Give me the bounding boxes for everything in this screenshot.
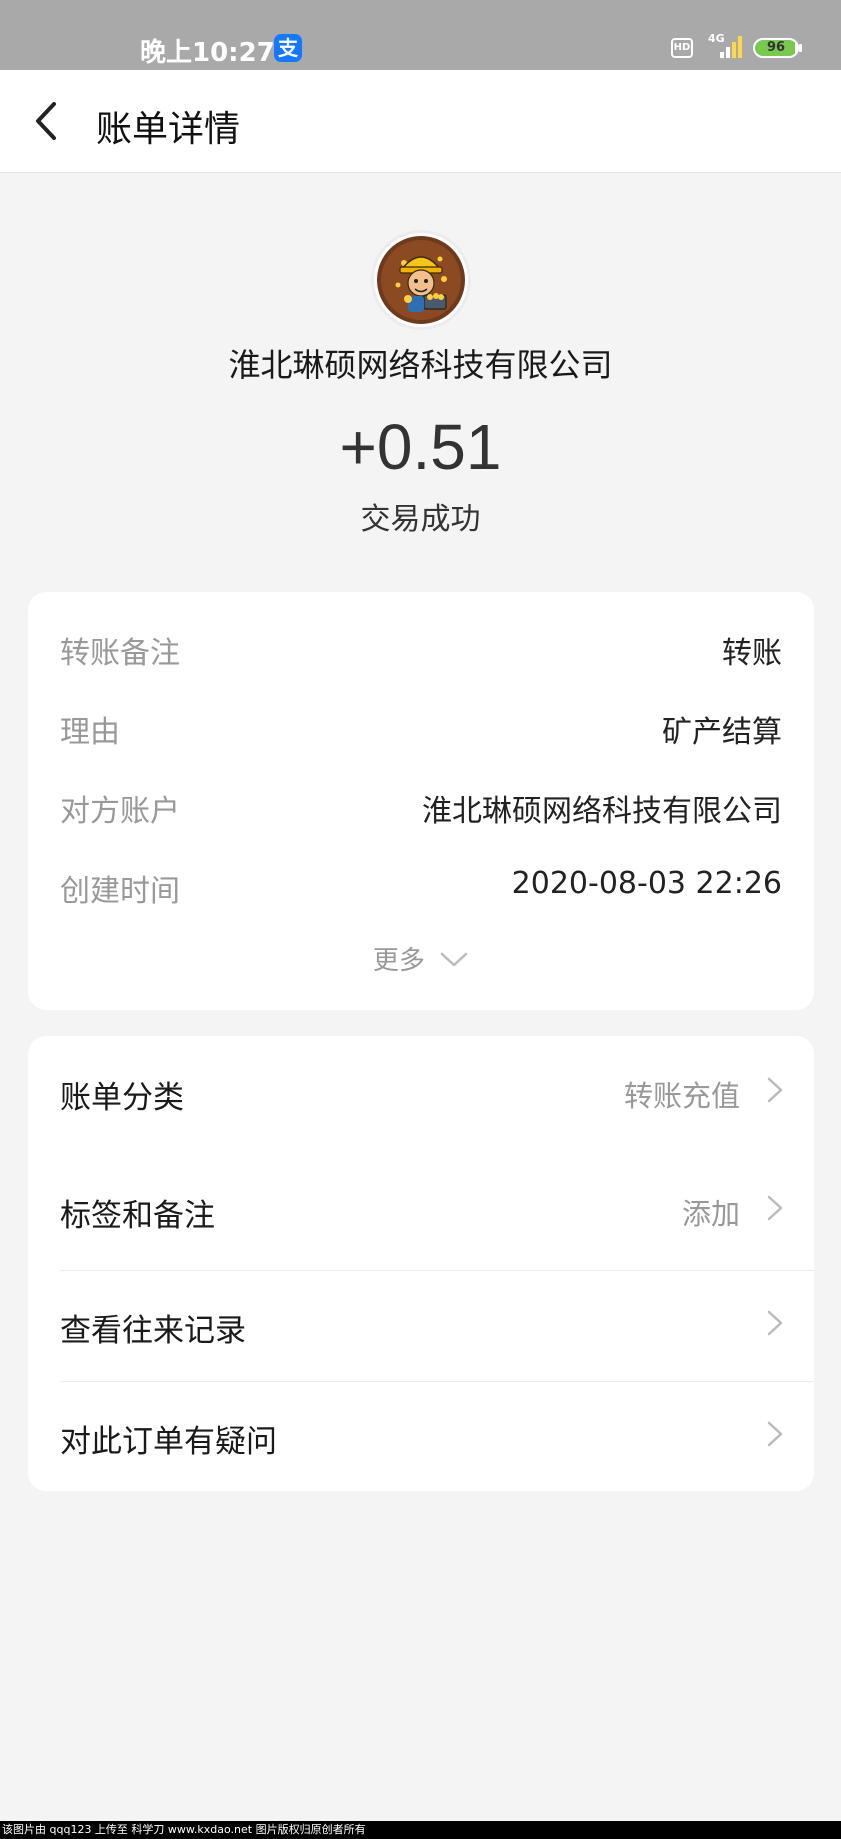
merchant-avatar (374, 233, 468, 327)
more-button[interactable]: 更多 (28, 940, 814, 977)
detail-row-reason: 理由 矿产结算 (60, 707, 782, 751)
detail-value: 淮北琳硕网络科技有限公司 (422, 794, 782, 829)
menu-label: 查看往来记录 (60, 1313, 246, 1349)
menu-item-tags-notes[interactable]: 标签和备注 添加 (28, 1146, 814, 1261)
detail-label: 理由 (60, 715, 120, 750)
menu-value: 添加 (681, 1197, 740, 1231)
signal-icon (720, 36, 742, 58)
battery-level: 96 (766, 40, 786, 55)
detail-label: 对方账户 (60, 794, 180, 829)
watermark-footer: 该图片由 qqq123 上传至 科学刀 www.kxdao.net 图片版权归原… (0, 1821, 841, 1839)
chevron-right-icon (767, 1421, 783, 1447)
chevron-down-icon (440, 952, 468, 966)
detail-row-note: 转账备注 转账 (60, 628, 782, 672)
detail-value: 2020-08-03 22:26 (511, 866, 782, 901)
alipay-notification-icon: 支 (274, 34, 302, 62)
actions-card: 账单分类 转账充值 标签和备注 添加 查看往来记录 对此订单有疑问 (28, 1036, 814, 1491)
status-time: 晚上10:27 (140, 38, 275, 68)
detail-label: 转账备注 (60, 636, 180, 671)
detail-row-created-time: 创建时间 2020-08-03 22:26 (60, 866, 782, 910)
status-bar: 晚上10:27 支 HD 4G 96 (0, 0, 841, 70)
miner-avatar-icon (377, 236, 465, 324)
detail-value: 转账 (722, 636, 782, 671)
nav-bar: 账单详情 (0, 70, 841, 173)
menu-item-history[interactable]: 查看往来记录 (28, 1271, 814, 1381)
menu-label: 对此订单有疑问 (60, 1424, 277, 1460)
back-chevron-icon[interactable] (28, 96, 68, 146)
hd-icon: HD (671, 38, 693, 58)
menu-item-bill-category[interactable]: 账单分类 转账充值 (28, 1036, 814, 1146)
battery-icon: 96 (753, 38, 799, 58)
details-card: 转账备注 转账 理由 矿产结算 对方账户 淮北琳硕网络科技有限公司 创建时间 2… (28, 592, 814, 1010)
chevron-right-icon (767, 1195, 783, 1221)
menu-value: 转账充值 (623, 1079, 740, 1113)
menu-item-order-question[interactable]: 对此订单有疑问 (28, 1382, 814, 1491)
chevron-right-icon (767, 1077, 783, 1103)
detail-label: 创建时间 (60, 874, 180, 909)
menu-label: 标签和备注 (60, 1198, 215, 1234)
merchant-name: 淮北琳硕网络科技有限公司 (228, 346, 613, 384)
more-label: 更多 (372, 946, 425, 976)
detail-value: 矿产结算 (662, 715, 782, 750)
menu-label: 账单分类 (60, 1080, 184, 1116)
detail-row-account: 对方账户 淮北琳硕网络科技有限公司 (60, 786, 782, 830)
transaction-amount: +0.51 (339, 411, 502, 483)
page-title: 账单详情 (96, 109, 241, 150)
transaction-status: 交易成功 (360, 502, 481, 537)
battery-cap (799, 44, 802, 52)
chevron-right-icon (767, 1310, 783, 1336)
